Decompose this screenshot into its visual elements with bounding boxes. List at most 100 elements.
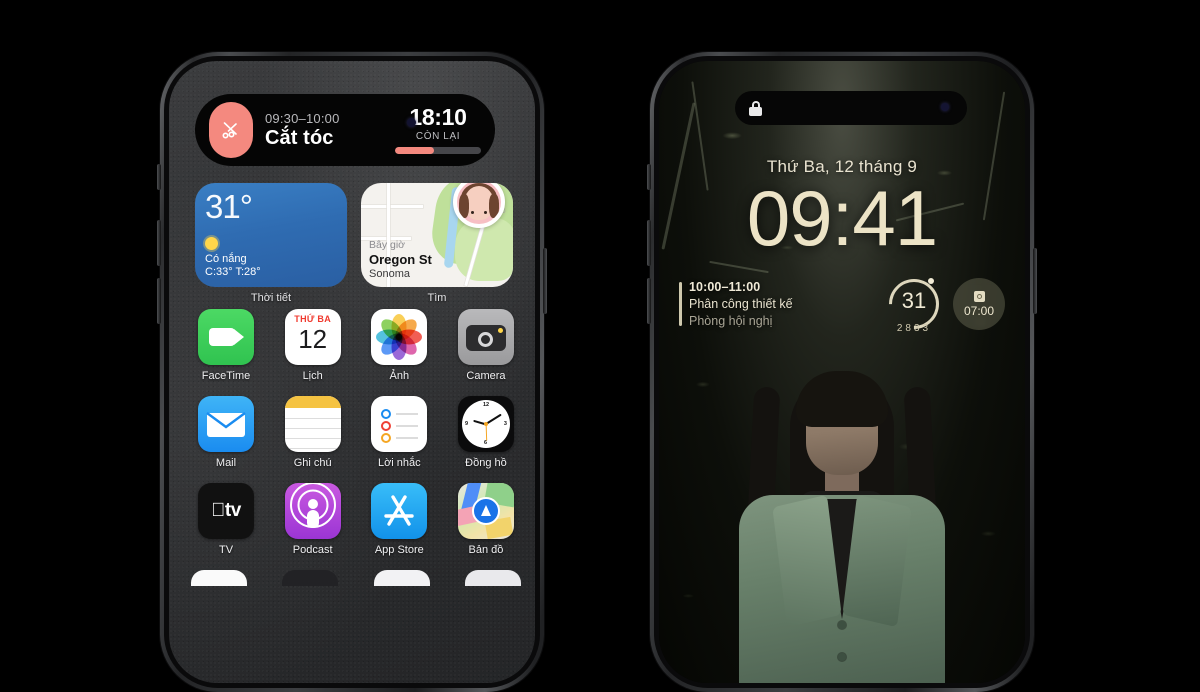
- gauge-low: 28: [896, 323, 914, 334]
- podcasts-mic-head: [307, 499, 318, 510]
- facetime-camera-body: [209, 328, 235, 346]
- temperature-gauge-widget[interactable]: 31 2833: [878, 268, 950, 340]
- right-phone-action-button[interactable]: [647, 164, 651, 190]
- scissors-icon: [209, 102, 253, 158]
- gauge-value: 31: [901, 288, 927, 313]
- find-my-info: Bây giờ Oregon St Sonoma: [369, 239, 432, 280]
- lock-body: [749, 106, 762, 116]
- alarm-time: 07:00: [963, 303, 995, 318]
- left-phone-volume-down-button[interactable]: [157, 278, 161, 324]
- weather-temperature: 31°: [205, 188, 253, 225]
- app-appstore[interactable]: App Store: [364, 483, 434, 556]
- app-grid: FaceTime THỨ BA 12 Lịch Ảnh Camera Mail …: [191, 309, 521, 600]
- clock-second-hand: [485, 423, 488, 442]
- reminders-bullet-red: [381, 421, 392, 431]
- event-title: Phân công thiết kế: [689, 297, 793, 311]
- mail-envelope-flap: [206, 412, 246, 429]
- app-icon-partial[interactable]: [464, 570, 521, 586]
- app-camera[interactable]: Camera: [451, 309, 521, 382]
- calendar-weekday: THỨ BA: [294, 314, 332, 324]
- find-my-status: Bây giờ: [369, 239, 406, 251]
- left-phone-volume-up-button[interactable]: [157, 220, 161, 266]
- find-my-widget-card[interactable]: GREGORY CIR Bây giờ Oreg: [361, 183, 513, 287]
- alarm-icon: [973, 290, 985, 302]
- app-icon-partial[interactable]: [282, 570, 339, 586]
- front-camera-dot: [941, 103, 949, 111]
- dynamic-island-locked[interactable]: [735, 91, 967, 125]
- find-my-widget[interactable]: GREGORY CIR Bây giờ Oreg: [361, 183, 513, 304]
- reminders-bullet-blue: [381, 409, 392, 419]
- countdown-progress-bar: [395, 147, 481, 154]
- weather-condition: Có nắng: [205, 252, 247, 265]
- avatar-eye-left: [471, 210, 474, 214]
- podcasts-mic-body: [306, 509, 319, 528]
- app-podcasts[interactable]: Podcast: [278, 483, 348, 556]
- lock-screen-widget-row: 10:00–11:00 Phân công thiết kế Phòng hội…: [679, 268, 1005, 340]
- gauge-high: 33: [914, 323, 932, 334]
- clock-center-pin: [483, 422, 488, 426]
- app-icon-partial[interactable]: [191, 570, 247, 586]
- person-hair-front: [796, 371, 888, 427]
- clock-number: 3: [503, 421, 507, 427]
- clock-number: 9: [464, 421, 469, 427]
- left-phone-action-button[interactable]: [157, 164, 161, 190]
- alarm-widget[interactable]: 07:00: [953, 278, 1005, 330]
- find-my-city: Sonoma: [369, 268, 410, 280]
- app-label: FaceTime: [201, 370, 251, 382]
- right-phone-screen: Thứ Ba, 12 tháng 9 09:41 10:00–11:00 Phâ…: [659, 61, 1025, 683]
- lock-screen-clock: 09:41: [746, 174, 938, 262]
- clock-icon: 12 3 6 9: [457, 396, 514, 452]
- app-label: TV: [218, 544, 234, 556]
- app-label: Podcast: [292, 544, 333, 556]
- left-phone-power-button[interactable]: [543, 248, 547, 314]
- app-icon-partial[interactable]: [373, 570, 430, 586]
- reminders-line: [396, 437, 419, 439]
- app-label: Bản đồ: [468, 544, 504, 556]
- app-calendar[interactable]: THỨ BA 12 Lịch: [278, 309, 348, 382]
- gauge-range: 2833: [885, 323, 943, 334]
- right-phone-power-button[interactable]: [1033, 248, 1037, 314]
- maps-navigation-arrow: [480, 504, 491, 516]
- live-activity-title: Cắt tóc: [265, 126, 334, 149]
- app-clock[interactable]: 12 3 6 9 Đồng hồ: [451, 396, 521, 469]
- calendar-event-widget[interactable]: 10:00–11:00 Phân công thiết kế Phòng hội…: [679, 280, 875, 328]
- reminders-line: [396, 425, 419, 427]
- app-maps[interactable]: Bản đồ: [451, 483, 521, 556]
- reminders-icon: [371, 396, 428, 452]
- notes-line: [284, 428, 341, 429]
- podcasts-icon: [284, 483, 341, 539]
- app-tv[interactable]: tv TV: [191, 483, 261, 556]
- notes-header-strip: [284, 396, 341, 408]
- sun-icon: [205, 236, 218, 250]
- app-facetime[interactable]: FaceTime: [191, 309, 261, 382]
- right-phone-volume-up-button[interactable]: [647, 220, 651, 266]
- facetime-icon: [198, 309, 254, 365]
- map-road-h1: [361, 205, 423, 208]
- notes-line: [284, 448, 341, 449]
- find-my-street: Oregon St: [369, 252, 432, 267]
- front-camera-dot: [407, 118, 416, 127]
- facetime-camera-lens: [234, 329, 244, 345]
- app-notes[interactable]: Ghi chú: [278, 396, 348, 469]
- mail-icon: [198, 396, 254, 452]
- app-mail[interactable]: Mail: [191, 396, 261, 469]
- app-label: Mail: [215, 457, 237, 469]
- camera-lens: [477, 332, 493, 347]
- app-label: Lịch: [302, 370, 323, 382]
- appletv-glyph: tv: [211, 500, 241, 521]
- event-time-range: 10:00–11:00: [689, 280, 761, 294]
- clock-face: 12 3 6 9: [461, 400, 510, 448]
- live-activity-text: 09:30–10:00 Cắt tóc: [253, 111, 395, 150]
- weather-widget[interactable]: 31° Có nắng C:33° T:28° Thời tiết: [195, 183, 347, 304]
- right-phone-volume-down-button[interactable]: [647, 278, 651, 324]
- dynamic-island-live-activity[interactable]: 09:30–10:00 Cắt tóc 18:10 CÒN LẠI: [195, 94, 495, 166]
- app-photos[interactable]: Ảnh: [364, 309, 434, 382]
- app-label: Ghi chú: [293, 457, 332, 469]
- map-park-area-2: [455, 218, 513, 281]
- weather-details: Có nắng C:33° T:28°: [205, 236, 337, 281]
- app-reminders[interactable]: Lời nhắc: [364, 396, 434, 469]
- clock-number: 6: [483, 440, 488, 446]
- weather-widget-card[interactable]: 31° Có nắng C:33° T:28°: [195, 183, 347, 287]
- lock-icon: [749, 100, 762, 116]
- notes-icon: [284, 396, 341, 452]
